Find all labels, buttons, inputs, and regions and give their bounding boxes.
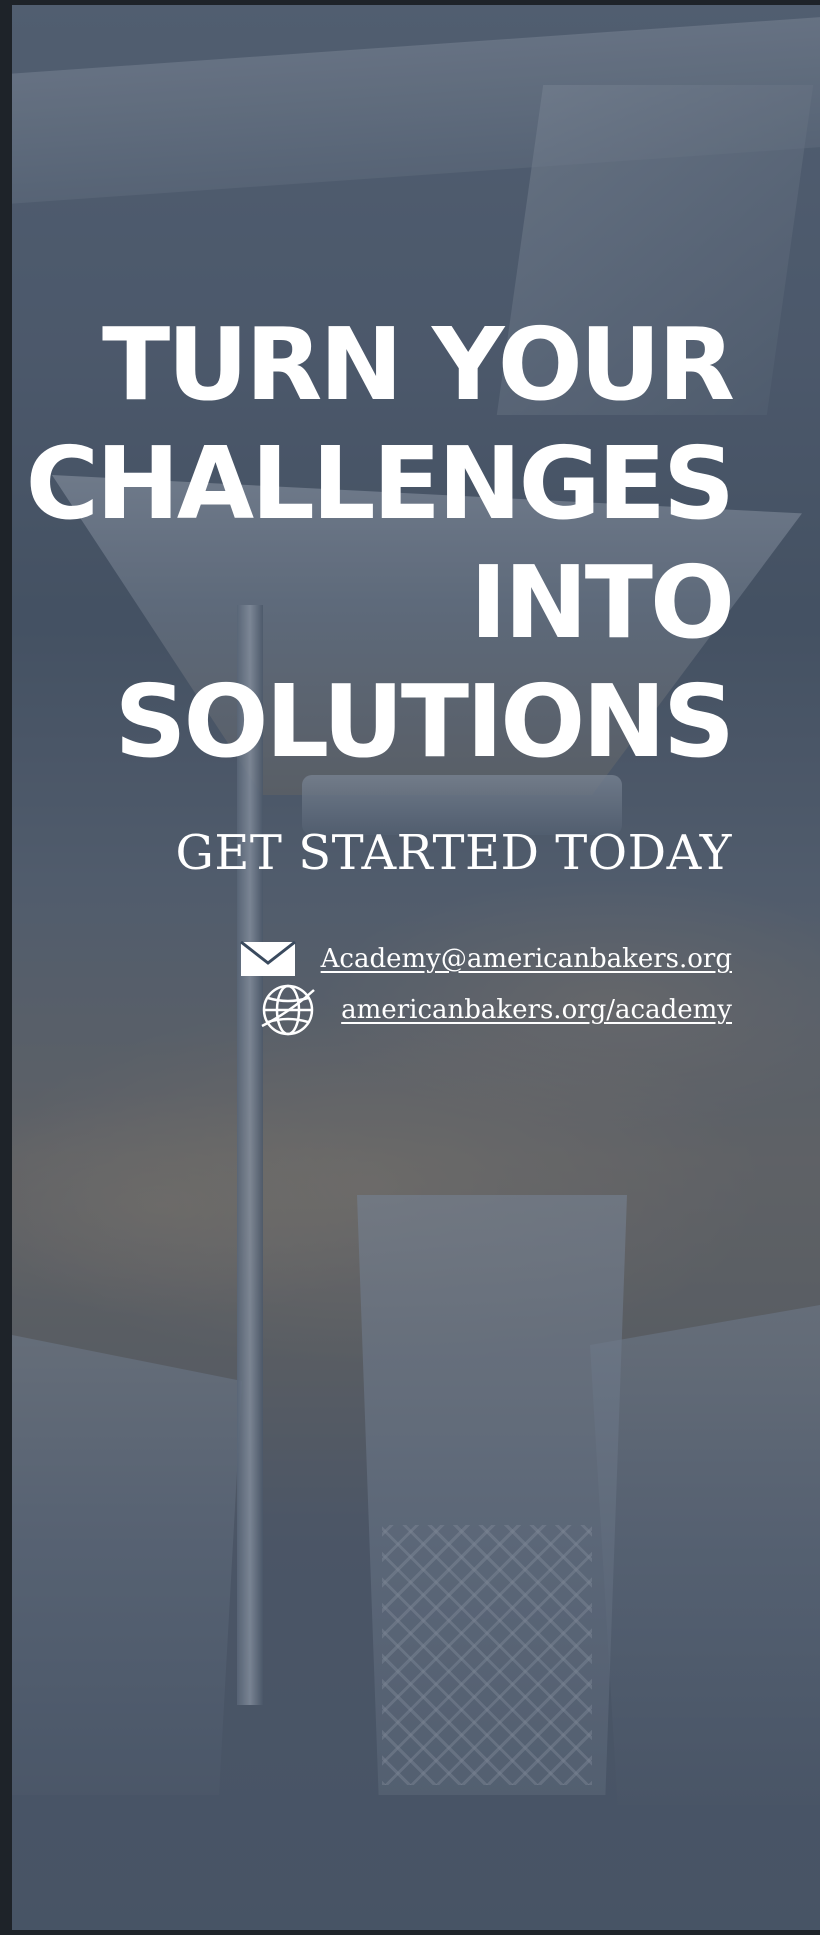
headline-line: TURN YOUR bbox=[102, 306, 735, 423]
contact-website-row: americanbakers.org/academy bbox=[259, 981, 732, 1039]
website-link[interactable]: americanbakers.org/academy bbox=[341, 995, 732, 1025]
contact-email-row: Academy@americanbakers.org bbox=[239, 930, 732, 988]
headline: TURN YOUR CHALLENGES INTO SOLUTIONS bbox=[25, 305, 735, 781]
globe-icon bbox=[259, 981, 317, 1039]
cta-text: GET STARTED TODAY bbox=[175, 825, 732, 881]
envelope-icon bbox=[239, 930, 297, 988]
poster: TURN YOUR CHALLENGES INTO SOLUTIONS GET … bbox=[0, 0, 820, 1935]
headline-line: CHALLENGES bbox=[25, 425, 735, 542]
email-link[interactable]: Academy@americanbakers.org bbox=[321, 944, 732, 974]
headline-line: INTO bbox=[469, 544, 735, 661]
poster-content: TURN YOUR CHALLENGES INTO SOLUTIONS GET … bbox=[12, 5, 820, 1930]
headline-line: SOLUTIONS bbox=[114, 663, 735, 780]
